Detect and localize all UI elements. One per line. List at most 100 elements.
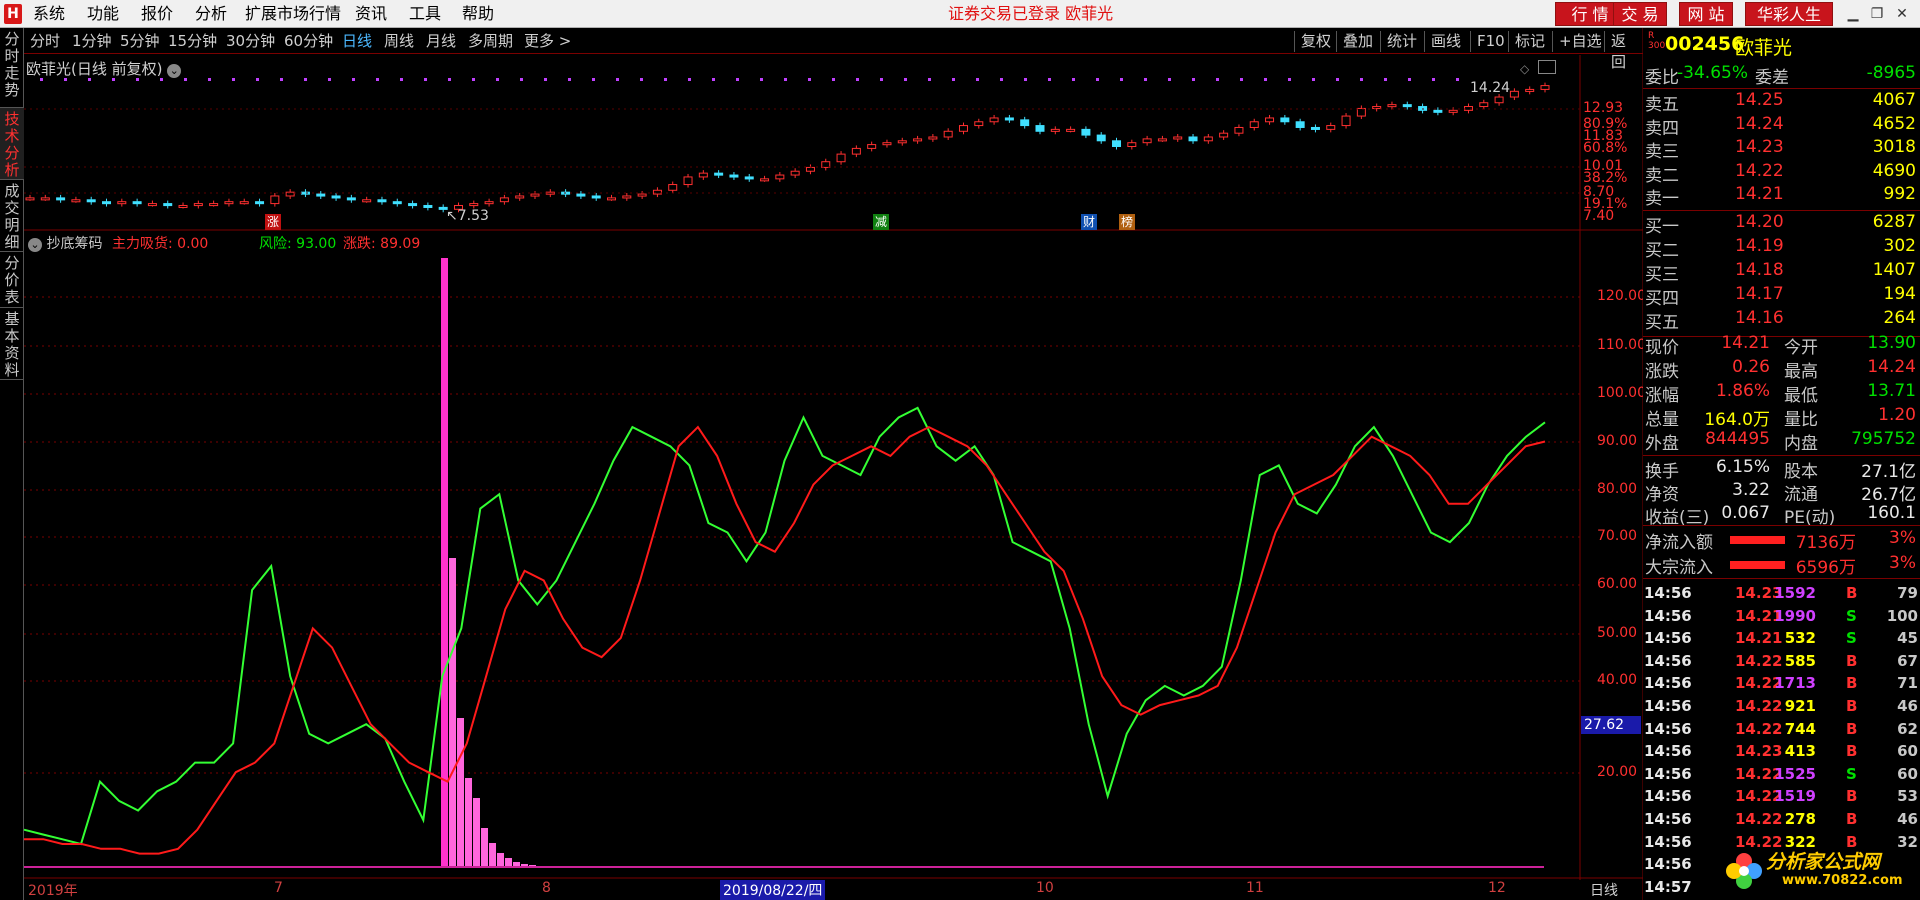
ask-label: 卖五	[1645, 95, 1679, 115]
panel-toggle-icon[interactable]	[1538, 60, 1556, 74]
period-60min[interactable]: 60分钟	[284, 28, 333, 54]
candle	[132, 201, 142, 205]
menu-help[interactable]: 帮助	[462, 0, 494, 28]
tab-fundamentals[interactable]: 基本资料	[0, 308, 24, 380]
tab-trades[interactable]: 成交明细	[0, 180, 24, 252]
signal-dot	[1408, 78, 1411, 81]
tick-vol: 1990	[1774, 606, 1816, 625]
add-watchlist-button[interactable]: +自选	[1552, 31, 1608, 52]
signal-dot	[1240, 78, 1243, 81]
volume-bar	[457, 718, 464, 868]
candle	[989, 117, 999, 123]
date-label: 10	[1036, 880, 1054, 896]
ask-label: 卖四	[1645, 118, 1679, 139]
candle	[163, 203, 173, 207]
menu-quote[interactable]: 报价	[141, 0, 173, 28]
signal-dot	[280, 78, 283, 81]
huacai-button[interactable]: 华彩人生	[1745, 2, 1833, 26]
stock-header: R 300 002456 欧菲光	[1643, 31, 1920, 61]
signal-dot	[424, 78, 427, 81]
event-marker-reduce[interactable]: 减	[873, 214, 889, 230]
period-30min[interactable]: 30分钟	[226, 28, 275, 54]
tick-vol: 921	[1784, 697, 1816, 715]
draw-line-button[interactable]: 画线	[1424, 31, 1467, 52]
tab-intraday[interactable]: 分时走势	[0, 28, 24, 108]
chevron-down-icon[interactable]: ⌄	[28, 238, 42, 252]
bid-row: 买三 14.18 1407	[1643, 260, 1920, 285]
signal-dot	[1336, 78, 1339, 81]
tick-n: 67	[1897, 651, 1918, 670]
period-multi[interactable]: 多周期	[468, 28, 513, 54]
tick-n: 62	[1897, 719, 1918, 738]
mark-button[interactable]: 标记	[1508, 31, 1551, 52]
trade-button[interactable]: 交 易	[1613, 2, 1667, 26]
stat-row: 涨跌 0.26 最高 14.24	[1643, 357, 1920, 382]
tick-n: 46	[1897, 810, 1918, 828]
candle	[530, 193, 540, 197]
candle	[178, 204, 188, 208]
cursor-date: 2019/08/22/四	[720, 880, 826, 900]
menu-news[interactable]: 资讯	[355, 0, 387, 28]
tick-vol: 744	[1784, 719, 1816, 738]
event-marker-finance[interactable]: 财	[1081, 214, 1097, 230]
volume-bar	[441, 258, 448, 868]
period-monthly[interactable]: 月线	[426, 28, 456, 54]
ask-row: 卖一 14.21 992	[1643, 184, 1920, 209]
candle	[1402, 104, 1412, 108]
period-1min[interactable]: 1分钟	[72, 28, 112, 54]
chevron-down-icon[interactable]: ⌄	[167, 64, 182, 78]
tab-technical[interactable]: 技术分析	[0, 108, 24, 180]
close-icon[interactable]: ✕	[1891, 4, 1913, 24]
bid-label: 买二	[1645, 241, 1679, 261]
period-weekly[interactable]: 周线	[384, 28, 414, 54]
candle	[1249, 121, 1259, 128]
back-button[interactable]: 返回	[1604, 31, 1644, 71]
tick-row: 14:56 14.23 413 B 60	[1643, 740, 1920, 762]
signal-dot	[1048, 78, 1051, 81]
period-5min[interactable]: 5分钟	[120, 28, 160, 54]
restore-rights-button[interactable]: 复权	[1294, 31, 1337, 52]
menu-function[interactable]: 功能	[87, 0, 119, 28]
menu-analysis[interactable]: 分析	[195, 0, 227, 28]
signal-dot	[496, 78, 499, 81]
diamond-icon[interactable]: ◇	[1520, 62, 1529, 76]
signal-dot	[232, 78, 235, 81]
overlay-button[interactable]: 叠加	[1336, 31, 1379, 52]
price-axis-label: 7.40	[1583, 208, 1615, 224]
tick-price: 14.21	[1735, 629, 1783, 648]
event-marker-list[interactable]: 榜	[1119, 214, 1135, 230]
tick-time: 14:56	[1644, 584, 1692, 602]
left-tabs: 分时走势 技术分析 成交明细 分价表 基本资料	[0, 28, 24, 900]
restore-icon[interactable]: ❐	[1866, 4, 1888, 24]
watermark-title: 分析家公式网	[1766, 851, 1881, 873]
divider	[1643, 88, 1920, 89]
period-more[interactable]: 更多 >	[524, 28, 571, 54]
signal-dot	[1144, 78, 1147, 81]
menu-extended-market[interactable]: 扩展市场行情	[245, 0, 341, 28]
tab-price-table[interactable]: 分价表	[0, 252, 24, 308]
bid-volume: 264	[1883, 308, 1916, 328]
f10-button[interactable]: F10	[1470, 31, 1511, 52]
weibi-row: 委比 -34.65% 委差 -8965	[1643, 63, 1920, 88]
period-timeshare[interactable]: 分时	[30, 28, 60, 54]
candle	[1280, 117, 1290, 123]
candle	[1326, 125, 1336, 130]
event-marker-rise[interactable]: 涨	[265, 214, 281, 230]
period-15min[interactable]: 15分钟	[168, 28, 217, 54]
period-daily[interactable]: 日线	[342, 28, 372, 54]
tick-price: 14.22	[1735, 651, 1783, 670]
tick-bs: B	[1846, 742, 1858, 761]
minimize-icon[interactable]: ▁	[1842, 4, 1864, 24]
tick-n: 71	[1897, 674, 1918, 693]
stats-button[interactable]: 统计	[1380, 31, 1423, 52]
signal-dot	[1288, 78, 1291, 81]
signal-dot	[808, 78, 811, 81]
stat-label: 收益(三)	[1645, 508, 1710, 528]
menu-tools[interactable]: 工具	[409, 0, 441, 28]
website-button[interactable]: 网 站	[1679, 2, 1733, 26]
menu-system[interactable]: 系统	[33, 0, 65, 28]
signal-dot	[1024, 78, 1027, 81]
candle	[1525, 88, 1535, 92]
trend-line	[24, 425, 1546, 855]
bid-price: 14.17	[1735, 284, 1784, 304]
